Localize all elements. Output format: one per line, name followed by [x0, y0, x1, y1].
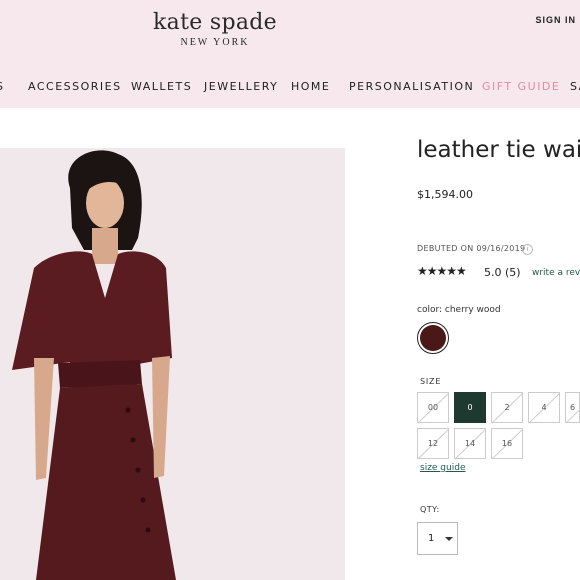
nav-item-home[interactable]: HOME	[291, 80, 330, 93]
brand-name: kate spade	[153, 10, 277, 35]
size-guide-link[interactable]: size guide	[420, 463, 465, 473]
size-label-16: 16	[501, 439, 513, 448]
size-label-0: 0	[467, 403, 473, 412]
nav-item-accessories[interactable]: ACCESSORIES	[28, 80, 122, 93]
nav-item-jewellery[interactable]: JEWELLERY	[204, 80, 278, 93]
nav-item-wallets[interactable]: WALLETS	[131, 80, 192, 93]
size-button-14[interactable]: 14	[454, 428, 486, 459]
nav-item-partial-right[interactable]: SA	[570, 80, 580, 93]
quantity-select[interactable]: 1	[417, 522, 458, 555]
size-button-12[interactable]: 12	[417, 428, 449, 459]
product-title: leather tie waist	[417, 137, 580, 163]
rating-value[interactable]: 5.0 (5)	[484, 266, 521, 279]
size-label: SIZE	[420, 377, 442, 386]
brand-logo[interactable]: kate spade NEW YORK	[0, 10, 430, 48]
nav-item-personalisation[interactable]: PERSONALISATION	[349, 80, 474, 93]
size-label-6: 6	[569, 403, 576, 412]
size-button-16[interactable]: 16	[491, 428, 523, 459]
size-button-2[interactable]: 2	[491, 392, 523, 423]
debut-date: DEBUTED ON 09/16/2019	[417, 244, 526, 253]
write-review-link[interactable]: write a rev	[532, 268, 580, 278]
size-label-14: 14	[464, 439, 476, 448]
brand-subtitle: NEW YORK	[180, 37, 250, 48]
size-label-4: 4	[541, 403, 547, 412]
size-button-6[interactable]: 6	[565, 392, 580, 423]
product-price: $1,594.00	[417, 188, 473, 201]
nav-item-partial-left[interactable]: S	[0, 80, 4, 93]
color-label: color: cherry wood	[417, 305, 501, 315]
quantity-value: 1	[428, 533, 435, 544]
site-header: kate spade NEW YORK SIGN IN S ACCESSORIE…	[0, 0, 580, 108]
info-icon[interactable]: i	[522, 244, 533, 255]
size-label-12: 12	[427, 439, 439, 448]
size-button-0[interactable]: 0	[454, 392, 486, 423]
quantity-label: QTY:	[420, 505, 440, 514]
model-illustration	[0, 148, 345, 580]
rating-stars[interactable]: ★★★★★	[417, 264, 467, 278]
nav-item-gift-guide[interactable]: GIFT GUIDE	[482, 80, 560, 93]
size-label-00: 00	[427, 403, 439, 412]
size-button-4[interactable]: 4	[528, 392, 560, 423]
size-label-2: 2	[504, 403, 510, 412]
chevron-down-icon	[445, 537, 453, 541]
color-swatch-cherry-wood[interactable]	[417, 322, 449, 354]
sign-in-link[interactable]: SIGN IN	[535, 15, 576, 25]
main-nav: S ACCESSORIES WALLETS JEWELLERY HOME PER…	[0, 80, 580, 94]
swatch-fill	[420, 325, 446, 351]
size-button-00[interactable]: 00	[417, 392, 449, 423]
product-image[interactable]	[0, 148, 345, 580]
